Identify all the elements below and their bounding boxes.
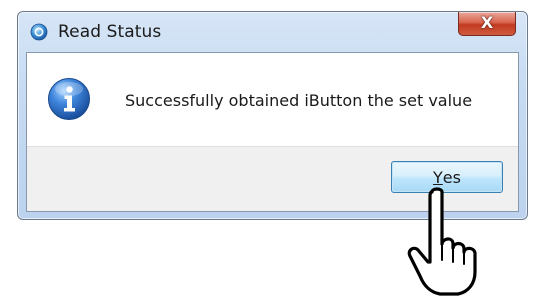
pointing-hand-icon (396, 186, 506, 298)
yes-button-label: es (442, 167, 461, 187)
message-area: Successfully obtained iButton the set va… (27, 53, 518, 146)
title-bar[interactable]: Read Status X (18, 12, 527, 52)
info-icon (47, 77, 91, 121)
dialog-title: Read Status (58, 22, 162, 42)
close-icon: X (480, 13, 494, 32)
yes-button-mnemonic: Y (433, 167, 443, 187)
message-text: Successfully obtained iButton the set va… (125, 91, 473, 110)
app-icon (30, 23, 48, 41)
screenshot: Read Status X Successfully obtained iBut… (0, 0, 544, 300)
close-button[interactable]: X (458, 12, 516, 36)
